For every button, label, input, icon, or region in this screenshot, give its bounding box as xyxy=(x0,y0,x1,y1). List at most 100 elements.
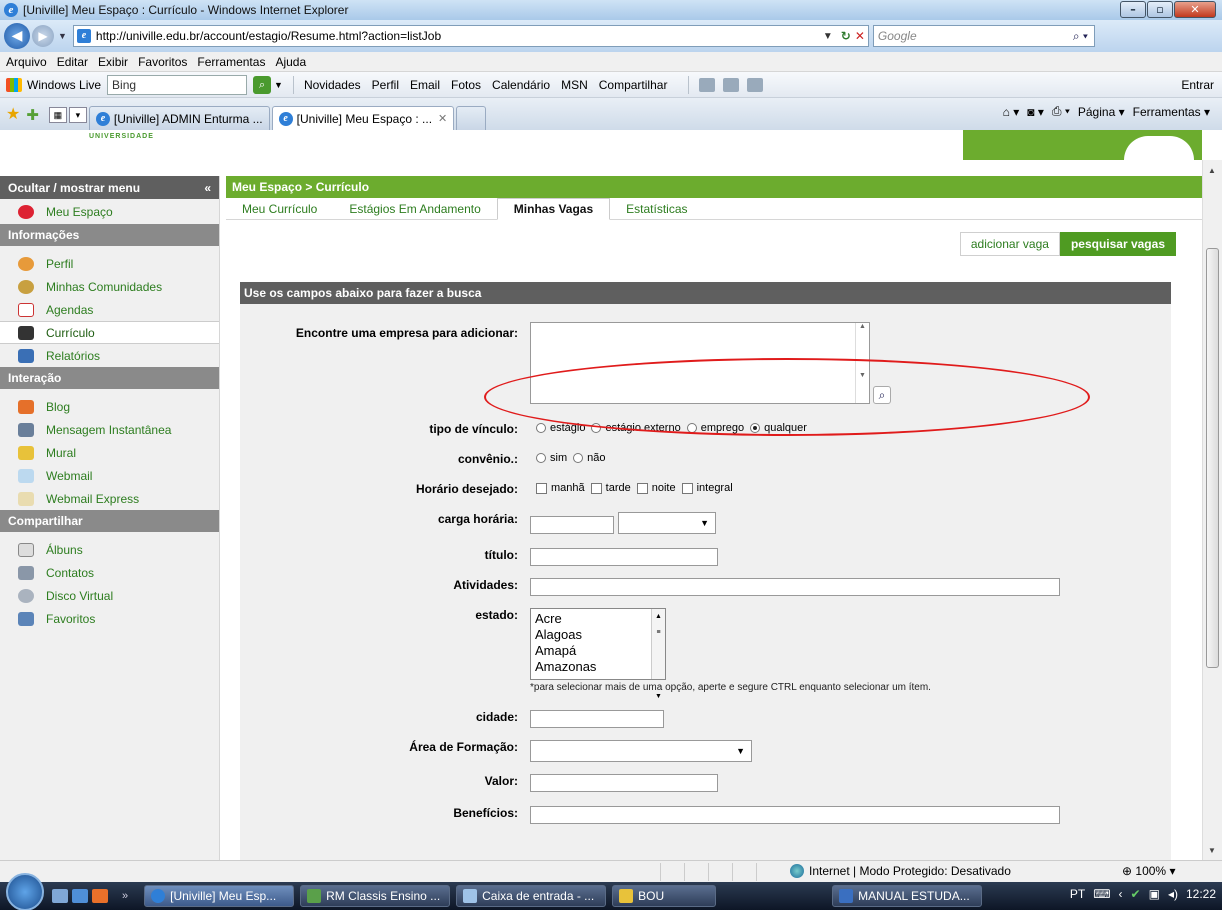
menu-ferramentas[interactable]: Ferramentas xyxy=(197,55,265,69)
network-icon[interactable]: ▣ xyxy=(1149,887,1160,901)
switch-windows-icon[interactable] xyxy=(72,889,88,903)
sidebar-item-meu-espaco[interactable]: Meu Espaço xyxy=(0,199,219,224)
page-scrollbar[interactable]: ▲ ▼ xyxy=(1202,160,1222,860)
sidebar-item-mensagem[interactable]: Mensagem Instantânea xyxy=(0,418,219,441)
cidade-input[interactable] xyxy=(530,710,664,728)
sidebar-item-albuns[interactable]: Álbuns xyxy=(0,538,219,561)
url-text[interactable]: http://univille.edu.br/account/estagio/R… xyxy=(96,29,823,43)
live-link-compartilhar[interactable]: Compartilhar xyxy=(599,78,668,92)
toggle-menu-button[interactable]: Ocultar / mostrar menu « xyxy=(0,176,219,199)
bing-search-input[interactable]: Bing xyxy=(107,74,248,95)
scroll-up-icon[interactable]: ▲ xyxy=(1208,166,1216,175)
refresh-icon[interactable]: ↻ xyxy=(841,29,851,43)
security-shield-icon[interactable]: ✔ xyxy=(1131,887,1141,901)
stop-icon[interactable]: ✕ xyxy=(855,29,865,43)
url-dropdown-icon[interactable]: ▼ xyxy=(823,31,833,42)
tab-minhas-vagas[interactable]: Minhas Vagas xyxy=(496,197,611,220)
radio-sim[interactable] xyxy=(536,453,546,463)
search-box[interactable]: Google ⌕ ▾ xyxy=(872,25,1095,47)
scrollbar-thumb[interactable] xyxy=(1206,248,1219,668)
radio-estagio-externo[interactable] xyxy=(591,423,602,433)
carga-input[interactable] xyxy=(530,516,614,534)
sidebar-item-mural[interactable]: Mural xyxy=(0,441,219,464)
address-bar[interactable]: e http://univille.edu.br/account/estagio… xyxy=(72,25,869,47)
taskbar-item-manual[interactable]: MANUAL ESTUDA... xyxy=(832,885,983,907)
sidebar-item-relatorios[interactable]: Relatórios xyxy=(0,344,219,367)
print-icon[interactable]: ⎙ ▾ xyxy=(1052,104,1070,119)
live-link-fotos[interactable]: Fotos xyxy=(451,78,481,92)
sidebar-item-perfil[interactable]: Perfil xyxy=(0,252,219,275)
home-icon[interactable]: ⌂ ▾ xyxy=(1003,105,1020,119)
minimize-button[interactable]: – xyxy=(1120,1,1146,18)
quicklaunch-more-icon[interactable]: » xyxy=(122,890,128,902)
keyboard-icon[interactable]: ⌨ xyxy=(1093,887,1110,901)
tab-estatisticas[interactable]: Estatísticas xyxy=(610,198,703,220)
estado-listbox[interactable]: Acre Alagoas Amapá Amazonas ▲ ≡ ▼ xyxy=(530,608,666,700)
tab-meu-espaco[interactable]: e [Univille] Meu Espaço : ... ✕ xyxy=(271,106,455,130)
textarea-scrollbar[interactable]: ▲ ▼ xyxy=(855,323,869,403)
forward-button[interactable]: ▶ xyxy=(32,25,54,47)
estado-option[interactable]: Alagoas xyxy=(535,627,665,643)
checkbox-noite[interactable] xyxy=(636,482,648,494)
show-desktop-icon[interactable] xyxy=(52,889,68,903)
add-vacancy-button[interactable]: adicionar vaga xyxy=(959,232,1060,256)
start-button[interactable] xyxy=(6,873,44,910)
checkbox-integral[interactable] xyxy=(681,482,693,494)
sidebar-item-favoritos[interactable]: Favoritos xyxy=(0,607,219,630)
windows-live-brand[interactable]: Windows Live xyxy=(27,78,101,92)
media-player-icon[interactable] xyxy=(92,889,108,903)
taskbar-item-bou[interactable]: BOU xyxy=(612,885,717,907)
add-favorite-icon[interactable]: ✚ xyxy=(26,106,39,124)
sidebar-item-agendas[interactable]: Agendas xyxy=(0,298,219,321)
listbox-scrollbar[interactable]: ▲ ≡ ▼ xyxy=(651,609,665,700)
sidebar-item-blog[interactable]: Blog xyxy=(0,395,219,418)
back-button[interactable]: ◀ xyxy=(4,23,30,49)
tools-menu[interactable]: Ferramentas ▾ xyxy=(1133,105,1210,119)
language-indicator[interactable]: PT xyxy=(1070,887,1085,901)
feeds-icon[interactable]: ◙ ▾ xyxy=(1027,105,1044,119)
estado-option[interactable]: Acre xyxy=(535,611,665,627)
valor-input[interactable] xyxy=(530,774,718,792)
sidebar-item-webmail-express[interactable]: Webmail Express xyxy=(0,487,219,510)
live-link-email[interactable]: Email xyxy=(410,78,440,92)
menu-favoritos[interactable]: Favoritos xyxy=(138,55,187,69)
radio-emprego[interactable] xyxy=(686,423,697,433)
history-dropdown-icon[interactable]: ▼ xyxy=(58,31,67,41)
highlight-icon[interactable] xyxy=(723,77,740,92)
area-formacao-select[interactable]: ▼ xyxy=(530,740,752,762)
bing-search-button[interactable]: ⌕ xyxy=(253,75,272,94)
share-icon[interactable] xyxy=(699,77,716,92)
close-tab-icon[interactable]: ✕ xyxy=(438,112,447,125)
estado-option[interactable]: Amapá xyxy=(535,643,665,659)
search-icon[interactable]: ⌕ ▾ xyxy=(1073,29,1088,44)
sidebar-item-curriculo[interactable]: Currículo xyxy=(0,321,219,344)
sidebar-item-contatos[interactable]: Contatos xyxy=(0,561,219,584)
live-link-calendario[interactable]: Calendário xyxy=(492,78,550,92)
bing-dropdown-icon[interactable]: ▼ xyxy=(274,80,283,90)
sidebar-item-disco-virtual[interactable]: Disco Virtual xyxy=(0,584,219,607)
security-zone[interactable]: Internet | Modo Protegido: Desativado xyxy=(790,864,1011,878)
beneficios-input[interactable] xyxy=(530,806,1060,824)
maximize-button[interactable]: ▫ xyxy=(1147,1,1173,18)
menu-arquivo[interactable]: Arquivo xyxy=(6,55,47,69)
taskbar-item-univille[interactable]: [Univille] Meu Esp... xyxy=(144,885,295,907)
tab-admin-enturma[interactable]: e [Univille] ADMIN Enturma ... xyxy=(88,106,270,130)
search-vacancies-button[interactable]: pesquisar vagas xyxy=(1059,232,1176,256)
clock[interactable]: 12:22 xyxy=(1186,887,1216,901)
menu-editar[interactable]: Editar xyxy=(57,55,88,69)
page-menu[interactable]: Página ▾ xyxy=(1078,105,1125,119)
taskbar-item-caixa-entrada[interactable]: Caixa de entrada - ... xyxy=(456,885,607,907)
sidebar-item-comunidades[interactable]: Minhas Comunidades xyxy=(0,275,219,298)
favorites-star-icon[interactable]: ★ xyxy=(6,104,20,124)
signin-button[interactable]: Entrar xyxy=(1181,78,1214,92)
quick-tabs-icon[interactable]: ▦ xyxy=(48,107,67,123)
titulo-input[interactable] xyxy=(530,548,718,566)
atividades-input[interactable] xyxy=(530,578,1060,596)
sidebar-item-webmail[interactable]: Webmail xyxy=(0,464,219,487)
checkbox-tarde[interactable] xyxy=(590,482,602,494)
company-search-icon[interactable]: ⌕ xyxy=(873,386,891,404)
tab-meu-curriculo[interactable]: Meu Currículo xyxy=(226,198,333,220)
carga-unit-select[interactable]: ▼ xyxy=(618,512,716,534)
estado-option[interactable]: Amazonas xyxy=(535,659,665,675)
zoom-level[interactable]: ⊕ 100% ▾ xyxy=(1122,864,1175,878)
